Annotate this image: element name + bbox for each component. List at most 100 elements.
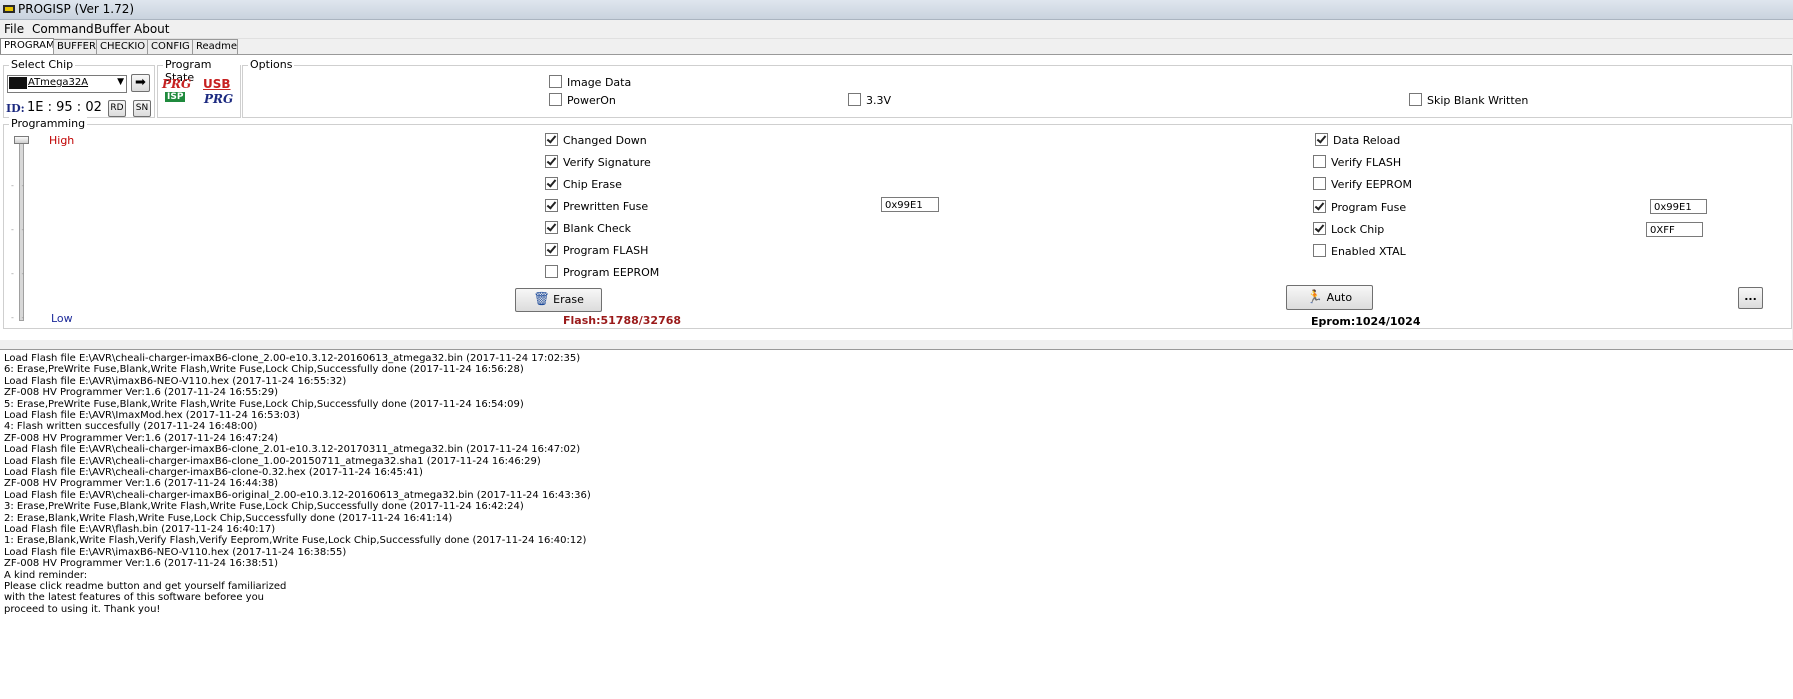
auto-button[interactable]: 🏃 Auto bbox=[1286, 285, 1373, 310]
checkbox-box bbox=[1313, 177, 1326, 190]
program-fuse-field[interactable]: 0x99E1 bbox=[1650, 199, 1707, 214]
program-state-group: Program State PRG ISP USB PRG bbox=[157, 58, 241, 118]
log-line: 2: Erase,Blank,Write Flash,Write Fuse,Lo… bbox=[4, 512, 453, 524]
checkbox-box bbox=[1409, 93, 1422, 106]
erase-button[interactable]: 🗑 Erase bbox=[515, 288, 602, 312]
tab-strip: PROGRAM BUFFER CHECKIO CONFIG Readme bbox=[0, 38, 1793, 55]
checkbox-box bbox=[545, 265, 558, 278]
log-line: with the latest features of this softwar… bbox=[4, 592, 265, 604]
power-on-checkbox[interactable]: PowerOn bbox=[549, 93, 616, 107]
tab-checkio[interactable]: CHECKIO bbox=[96, 39, 151, 54]
log-line: Load Flash file E:\AVR\flash.bin (2017-1… bbox=[4, 524, 276, 535]
log-line: Load Flash file E:\AVR\ImaxMod.hex (2017… bbox=[4, 410, 300, 421]
log-line: ZF-008 HV Programmer Ver:1.6 (2017-11-24… bbox=[4, 478, 279, 490]
tab-config[interactable]: CONFIG bbox=[147, 39, 196, 54]
checkbox-box bbox=[1313, 222, 1326, 235]
programming-legend: Programming bbox=[9, 117, 88, 130]
checkbox-box bbox=[1315, 133, 1328, 146]
v33-checkbox[interactable]: 3.3V bbox=[848, 93, 891, 107]
app-icon bbox=[3, 5, 15, 13]
checkbox-box bbox=[545, 199, 558, 212]
log-line: A kind reminder: bbox=[4, 569, 88, 581]
program-eeprom-checkbox[interactable]: Program EEPROM bbox=[545, 265, 659, 279]
checkbox-box bbox=[549, 75, 562, 88]
select-chip-group: Select Chip ATmega32A ▼ ➡ ID: 1E : 95 : … bbox=[3, 58, 155, 118]
id-value: 1E : 95 : 02 bbox=[27, 100, 102, 115]
checkbox-box bbox=[848, 93, 861, 106]
arrow-right-button[interactable]: ➡ bbox=[131, 74, 150, 92]
log-line: ZF-008 HV Programmer Ver:1.6 (2017-11-24… bbox=[4, 387, 279, 399]
tab-readme[interactable]: Readme bbox=[192, 39, 238, 54]
menu-bar: File Command Buffer About bbox=[0, 20, 1793, 39]
log-line: Load Flash file E:\AVR\cheali-charger-im… bbox=[4, 489, 591, 501]
tab-buffer[interactable]: BUFFER bbox=[53, 39, 99, 54]
checkbox-box bbox=[545, 177, 558, 190]
checkbox-box bbox=[1313, 244, 1326, 257]
chip-select-highlight bbox=[9, 77, 27, 89]
checkbox-box bbox=[545, 221, 558, 234]
image-data-checkbox[interactable]: Image Data bbox=[549, 75, 631, 89]
running-man-icon: 🏃 bbox=[1306, 290, 1324, 305]
chevron-down-icon[interactable]: ▼ bbox=[117, 77, 124, 87]
log-line: 6: Erase,PreWrite Fuse,Blank,Write Flash… bbox=[4, 364, 524, 376]
data-reload-checkbox[interactable]: Data Reload bbox=[1315, 133, 1400, 147]
tab-program[interactable]: PROGRAM bbox=[0, 38, 55, 55]
speed-high-label: High bbox=[49, 134, 75, 147]
menu-buffer[interactable]: Buffer bbox=[92, 22, 132, 36]
window-title: PROGISP (Ver 1.72) bbox=[18, 2, 135, 16]
log-line: ZF-008 HV Programmer Ver:1.6 (2017-11-24… bbox=[4, 558, 279, 570]
flash-status: Flash:51788/32768 bbox=[563, 314, 682, 327]
log-line: proceed to using it. Thank you! bbox=[4, 603, 161, 615]
chip-erase-checkbox[interactable]: Chip Erase bbox=[545, 177, 622, 191]
enabled-xtal-checkbox[interactable]: Enabled XTAL bbox=[1313, 244, 1406, 258]
skip-blank-checkbox[interactable]: Skip Blank Written bbox=[1409, 93, 1528, 107]
prewritten-fuse-field[interactable]: 0x99E1 bbox=[881, 197, 939, 212]
lock-chip-field[interactable]: 0XFF bbox=[1646, 222, 1703, 237]
checkbox-box bbox=[1313, 200, 1326, 213]
verify-eeprom-checkbox[interactable]: Verify EEPROM bbox=[1313, 177, 1412, 191]
chip-select-value: ATmega32A bbox=[28, 77, 89, 88]
speed-low-label: Low bbox=[51, 312, 73, 325]
programming-group: Programming bbox=[3, 117, 1792, 329]
checkbox-box bbox=[545, 133, 558, 146]
usb-prg-icon: USB PRG bbox=[203, 77, 234, 106]
rd-button[interactable]: RD bbox=[108, 100, 126, 117]
log-line: Load Flash file E:\AVR\cheali-charger-im… bbox=[4, 455, 541, 467]
log-line: Load Flash file E:\AVR\cheali-charger-im… bbox=[4, 353, 581, 364]
blank-check-checkbox[interactable]: Blank Check bbox=[545, 221, 631, 235]
program-tab-panel: Select Chip ATmega32A ▼ ➡ ID: 1E : 95 : … bbox=[0, 54, 1792, 340]
chip-select[interactable]: ATmega32A ▼ bbox=[7, 75, 127, 93]
checkbox-box bbox=[549, 93, 562, 106]
log-line: 5: Erase,PreWrite Fuse,Blank,Write Flash… bbox=[4, 398, 524, 410]
verify-flash-checkbox[interactable]: Verify FLASH bbox=[1313, 155, 1401, 169]
eprom-status: Eprom:1024/1024 bbox=[1311, 315, 1421, 328]
log-line: Load Flash file E:\AVR\imaxB6-NEO-V110.h… bbox=[4, 375, 347, 387]
log-line: Load Flash file E:\AVR\cheali-charger-im… bbox=[4, 467, 423, 478]
log-line: 4: Flash written succesfully (2017-11-24… bbox=[4, 421, 258, 433]
select-chip-legend: Select Chip bbox=[9, 58, 76, 71]
log-line: 3: Erase,PreWrite Fuse,Blank,Write Flash… bbox=[4, 501, 524, 513]
checkbox-box bbox=[1313, 155, 1326, 168]
menu-command[interactable]: Command bbox=[30, 22, 96, 36]
title-bar: PROGISP (Ver 1.72) bbox=[0, 0, 1793, 20]
lock-chip-checkbox[interactable]: Lock Chip bbox=[1313, 222, 1384, 236]
program-fuse-checkbox[interactable]: Program Fuse bbox=[1313, 200, 1406, 214]
log-line: Load Flash file E:\AVR\cheali-charger-im… bbox=[4, 444, 581, 456]
prg-isp-icon: PRG ISP bbox=[162, 77, 192, 102]
verify-signature-checkbox[interactable]: Verify Signature bbox=[545, 155, 651, 169]
menu-file[interactable]: File bbox=[2, 22, 26, 36]
prewritten-fuse-checkbox[interactable]: Prewritten Fuse bbox=[545, 199, 648, 213]
program-flash-checkbox[interactable]: Program FLASH bbox=[545, 243, 648, 257]
log-line: Please click readme button and get yours… bbox=[4, 581, 287, 592]
log-output[interactable]: Load Flash file E:\AVR\cheali-charger-im… bbox=[0, 349, 1793, 699]
options-legend: Options bbox=[248, 58, 295, 71]
more-options-button[interactable]: ... bbox=[1738, 287, 1763, 309]
id-label: ID: bbox=[6, 102, 25, 115]
sn-button[interactable]: SN bbox=[133, 100, 151, 117]
log-line: 1: Erase,Blank,Write Flash,Verify Flash,… bbox=[4, 535, 587, 547]
trash-icon: 🗑 bbox=[533, 292, 550, 307]
options-group: Options bbox=[242, 58, 1792, 118]
menu-about[interactable]: About bbox=[132, 22, 171, 36]
changed-down-checkbox[interactable]: Changed Down bbox=[545, 133, 647, 147]
slider-ticks: - - - - - - - - bbox=[11, 181, 25, 322]
